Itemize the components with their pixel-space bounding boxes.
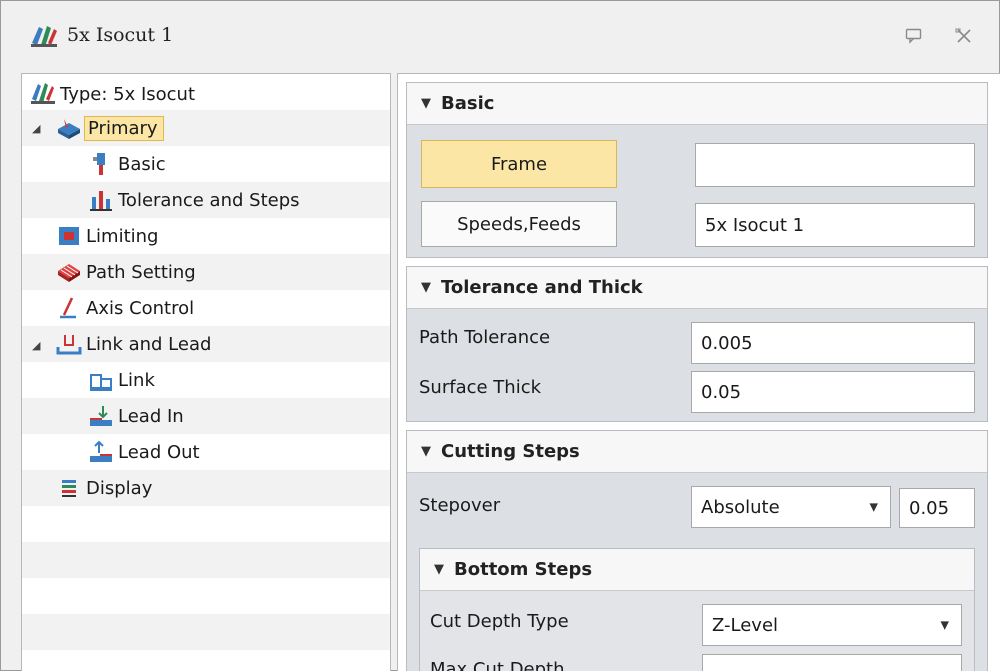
display-icon [62,480,76,497]
tree-item-path-setting[interactable]: Path Setting [56,258,196,286]
pin-icon[interactable] [903,25,925,47]
tree-item-type[interactable]: Type: 5x Isocut [30,80,195,108]
tree-item-lead-out[interactable]: Lead Out [88,438,200,466]
close-icon[interactable] [953,25,975,47]
max-cut-depth-label: Max Cut Depth [430,659,565,671]
axis-control-icon [60,297,76,319]
tree-item-label: Link [118,369,155,391]
tree-item-label: Lead Out [118,441,200,463]
group-header-cutting-steps[interactable]: ▼ Cutting Steps [407,431,987,473]
tree-item-limiting[interactable]: Limiting [56,222,158,250]
frame-field[interactable] [695,143,975,187]
max-cut-depth-field[interactable] [702,654,962,671]
tree-item-link[interactable]: Link [88,366,155,394]
operation-tree: Type: 5x Isocut ◢ Primary Basic Toleranc… [21,73,391,671]
group-header-tolerance[interactable]: ▼ Tolerance and Thick [407,267,987,309]
surface-thick-label: Surface Thick [419,377,542,398]
collapse-triangle-icon: ▼ [434,562,444,577]
tree-item-label: Primary [84,115,164,141]
frame-button[interactable]: Frame [421,140,617,188]
tree-item-label: Path Setting [86,261,196,283]
group-header-bottom-steps[interactable]: ▼ Bottom Steps [420,549,974,591]
collapse-triangle-icon: ▼ [421,280,431,295]
tree-item-label: Lead In [118,405,184,427]
tool-icon [93,153,105,175]
lead-in-icon [90,406,112,426]
operation-type-icon [31,26,57,47]
group-tolerance-thick: ▼ Tolerance and Thick Path Tolerance 0.0… [406,266,988,422]
tree-item-label: Limiting [86,225,159,247]
tree-item-axis-control[interactable]: Axis Control [56,294,194,322]
link-lead-icon [56,335,82,355]
path-tolerance-label: Path Tolerance [419,327,551,348]
path-setting-icon [58,264,80,282]
path-tolerance-field[interactable]: 0.005 [691,322,975,364]
cut-depth-type-select[interactable]: Z-Level ▼ [702,604,962,646]
tree-item-label: Tolerance and Steps [118,189,300,211]
group-title: Tolerance and Thick [441,277,643,298]
select-value: Z-Level [712,614,779,636]
dropdown-arrow-icon: ▼ [869,500,878,514]
group-bottom-steps: ▼ Bottom Steps Cut Depth Type Z-Level ▼ … [419,548,975,671]
properties-panel: ▼ Basic Frame Speeds,Feeds 5x Isocut 1 ▼… [397,73,1000,671]
group-title: Basic [441,93,495,114]
expand-caret-icon[interactable]: ◢ [32,339,40,352]
tree-item-label: Link and Lead [86,333,212,355]
link-icon [90,374,112,391]
stepover-value-field[interactable]: 0.05 [899,488,975,528]
dialog-window: 5x Isocut 1 Type: 5x Isocut ◢ Primary Ba… [0,0,1000,671]
expand-caret-icon[interactable]: ◢ [32,122,40,135]
tree-item-tolerance-steps[interactable]: Tolerance and Steps [88,186,300,214]
tree-item-label: Basic [118,153,166,175]
tree-item-lead-in[interactable]: Lead In [88,402,184,430]
stepover-label: Stepover [419,495,501,516]
group-basic: ▼ Basic Frame Speeds,Feeds 5x Isocut 1 [406,82,988,258]
collapse-triangle-icon: ▼ [421,444,431,459]
tree-item-label: Display [86,477,153,499]
tree-item-display[interactable]: Display [56,474,152,502]
group-title: Cutting Steps [441,441,580,462]
lead-out-icon [90,440,112,462]
tree-item-label: Axis Control [86,297,195,319]
tree-item-label: Type: 5x Isocut [60,83,196,105]
primary-icon [58,119,80,139]
speeds-feeds-field[interactable]: 5x Isocut 1 [695,203,975,247]
collapse-triangle-icon: ▼ [421,96,431,111]
dropdown-arrow-icon: ▼ [940,618,949,632]
select-value: Absolute [701,496,780,518]
window-title: 5x Isocut 1 [67,24,174,46]
limiting-icon [59,227,79,245]
group-header-basic[interactable]: ▼ Basic [407,83,987,125]
group-cutting-steps: ▼ Cutting Steps Stepover Absolute ▼ 0.05… [406,430,988,671]
title-bar: 5x Isocut 1 [1,1,999,71]
speeds-feeds-button[interactable]: Speeds,Feeds [421,201,617,247]
operation-type-icon [31,83,55,104]
tree-item-basic[interactable]: Basic [88,150,166,178]
group-title: Bottom Steps [454,559,593,580]
cut-depth-type-label: Cut Depth Type [430,611,569,632]
surface-thick-field[interactable]: 0.05 [691,371,975,413]
tree-item-primary[interactable]: Primary [56,114,164,142]
stepover-mode-select[interactable]: Absolute ▼ [691,486,891,528]
tree-item-link-lead[interactable]: Link and Lead [56,330,211,358]
tolerance-icon [90,191,112,211]
